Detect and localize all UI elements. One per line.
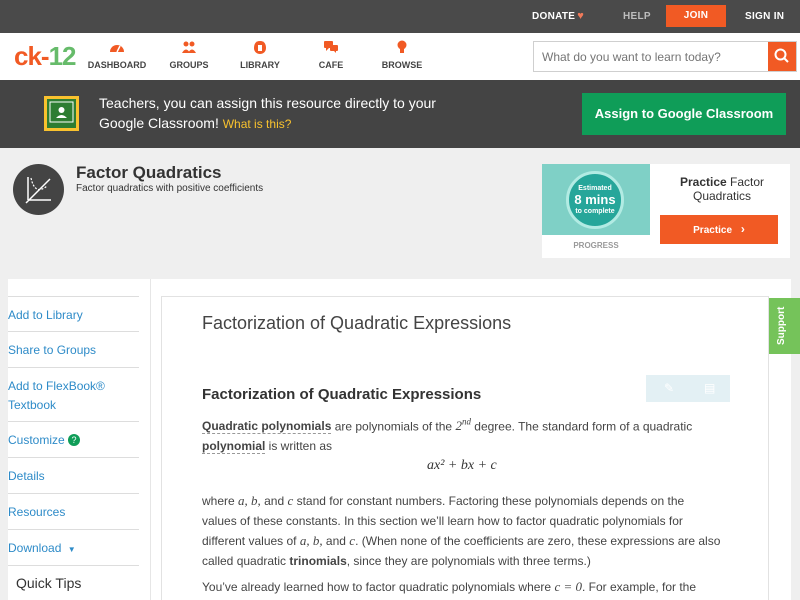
customize-label: Customize [8, 433, 65, 447]
math-vars: a, b, [299, 533, 323, 548]
what-is-this-link[interactable]: What is this? [223, 117, 292, 131]
join-button[interactable]: JOIN [666, 5, 726, 27]
nav-item-browse[interactable]: BROWSE [367, 40, 437, 70]
logo-number: 12 [48, 41, 77, 71]
caret-down-icon: ▼ [67, 545, 76, 554]
nav-item-library[interactable]: LIBRARY [225, 40, 295, 70]
text-span: degree. The standard form of a quadratic [470, 419, 693, 434]
text-span: is written as [265, 438, 333, 453]
groups-icon [154, 40, 224, 58]
download-label: Download [8, 541, 62, 555]
logo-ck: ck [14, 41, 42, 71]
sidebar-item-download[interactable]: Download ▼ [8, 530, 139, 566]
estimate-label: Estimated [578, 185, 612, 192]
dashboard-icon [82, 40, 152, 58]
top-bar: DONATE ♥ HELP JOIN SIGN IN [0, 0, 800, 33]
concept-title: Factor Quadratics [76, 163, 222, 182]
section-heading: Factorization of Quadratic Expressions [202, 386, 482, 403]
math-degree-suffix: nd [461, 417, 471, 427]
text-span: where [202, 494, 239, 508]
practice-title: Practice Factor Quadratics [662, 175, 782, 203]
estimate-suffix: to complete [575, 208, 615, 215]
nav-label: CAFE [318, 60, 344, 70]
nav-item-cafe[interactable]: CAFE [296, 40, 366, 70]
logo-dash: - [40, 41, 50, 71]
notes-icon[interactable]: ▤ [704, 381, 715, 395]
math-expression: c = 0 [554, 579, 582, 594]
paragraph-2: where a, b, and c stand for constant num… [202, 491, 722, 571]
text-span: and [322, 534, 350, 548]
sidebar-item-details[interactable]: Details [8, 458, 139, 494]
library-icon [225, 40, 295, 58]
search-icon [774, 48, 789, 63]
annotation-toolbar: ✎ ▤ [646, 375, 730, 402]
concept-subtitle: Factor quadratics with positive coeffici… [76, 183, 264, 194]
nav-label: GROUPS [169, 60, 209, 70]
sidebar-item-add-to-flexbook[interactable]: Add to FlexBook® Textbook [8, 368, 139, 422]
nav-label: BROWSE [381, 60, 423, 70]
practice-button-label: Practice [693, 225, 733, 236]
sidebar-item-share-to-groups[interactable]: Share to Groups [8, 332, 139, 368]
google-classroom-icon [44, 96, 79, 131]
text-span: and [260, 494, 288, 508]
main-nav: ck-12 DASHBOARD GROUPS LIBRARY CAFE BROW… [0, 33, 800, 80]
practice-card: Estimated 8 mins to complete PROGRESS Pr… [542, 164, 790, 258]
donate-link[interactable]: DONATE ♥ [532, 0, 584, 33]
nav-item-groups[interactable]: GROUPS [154, 40, 224, 70]
sidebar-item-add-to-library[interactable]: Add to Library [8, 296, 139, 332]
concept-graph-icon [13, 164, 64, 215]
bold-term: trinomials [289, 553, 347, 568]
paragraph-1: Quadratic polynomials are polynomials of… [202, 413, 722, 456]
support-tab[interactable]: Support [769, 298, 800, 354]
support-label: Support [776, 306, 787, 345]
help-link[interactable]: HELP [623, 0, 651, 33]
chevron-right-icon: › [740, 222, 745, 236]
sidebar-item-resources[interactable]: Resources [8, 494, 139, 530]
text-span: , since they are polynomials with three … [346, 553, 591, 568]
donate-label: DONATE [532, 11, 576, 22]
lesson-title: Factorization of Quadratic Expressions [202, 313, 512, 333]
practice-title-bold: Practice [679, 175, 727, 189]
pencil-icon[interactable]: ✎ [664, 381, 674, 395]
paragraph-3: You’ve already learned how to factor qua… [202, 577, 722, 598]
text-span: are polynomials of the [331, 419, 456, 434]
heart-icon: ♥ [577, 10, 585, 22]
estimate-badge: Estimated 8 mins to complete [566, 171, 624, 229]
search-button[interactable] [768, 42, 796, 71]
nav-label: DASHBOARD [87, 60, 147, 70]
help-icon[interactable]: ? [68, 434, 81, 446]
math-degree: 2nd [455, 417, 471, 433]
sign-in-link[interactable]: SIGN IN [745, 0, 784, 33]
search-box [533, 41, 797, 72]
practice-button[interactable]: Practice › [660, 215, 778, 244]
text-span: You’ve already learned how to factor qua… [202, 580, 555, 594]
assign-google-classroom-button[interactable]: Assign to Google Classroom [582, 93, 786, 135]
quick-tips-heading: Quick Tips [16, 575, 82, 591]
cafe-icon [296, 40, 366, 58]
classroom-message: Teachers, you can assign this resource d… [99, 93, 459, 134]
glossary-term-polynomial[interactable]: polynomial [202, 438, 266, 454]
search-input[interactable] [534, 42, 768, 71]
estimate-minutes: 8 mins [574, 192, 616, 207]
practice-thumbnail[interactable]: Estimated 8 mins to complete [542, 164, 650, 235]
math-vars: a, b, [238, 493, 261, 508]
progress-label: PROGRESS [573, 241, 619, 250]
standard-form-formula: ax² + bx + c [427, 458, 497, 473]
text-span: . For example, for the [581, 580, 697, 594]
nav-item-dashboard[interactable]: DASHBOARD [82, 40, 152, 70]
glossary-term-quadratic-polynomials[interactable]: Quadratic polynomials [202, 419, 332, 435]
browse-icon [367, 40, 437, 58]
ck12-logo[interactable]: ck-12 [14, 41, 77, 72]
nav-label: LIBRARY [240, 60, 280, 70]
sidebar-item-customize[interactable]: Customize ? [8, 422, 139, 458]
